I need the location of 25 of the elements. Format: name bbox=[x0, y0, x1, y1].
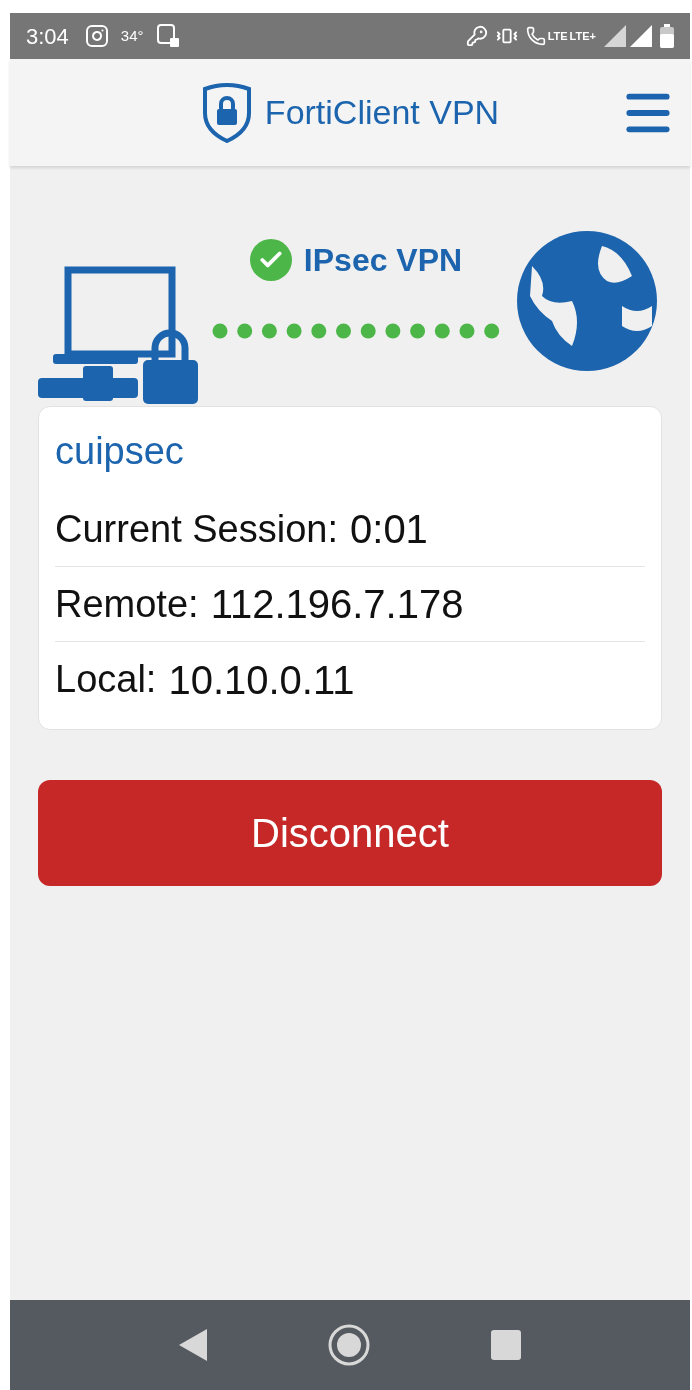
info-label: Current Session: bbox=[55, 506, 338, 552]
temperature: 34° bbox=[120, 25, 144, 46]
computer-lock-icon bbox=[38, 266, 200, 406]
notification-icon bbox=[155, 23, 180, 49]
info-value: 0:01 bbox=[350, 506, 428, 553]
shield-lock-icon bbox=[200, 82, 253, 143]
signal-icon bbox=[604, 25, 626, 47]
disconnect-button[interactable]: Disconnect bbox=[38, 780, 662, 886]
phone-icon bbox=[525, 26, 546, 46]
network-label: LTE bbox=[547, 28, 568, 44]
battery-icon bbox=[660, 24, 674, 48]
info-value: 10.10.0.11 bbox=[168, 656, 355, 704]
home-icon[interactable] bbox=[327, 1323, 371, 1367]
info-label: Remote: bbox=[55, 581, 199, 627]
app-title: FortiClient VPN bbox=[264, 92, 500, 133]
info-value: 112.196.7.178 bbox=[210, 581, 464, 628]
status-time: 3:04 bbox=[26, 22, 69, 51]
profile-name: cuipsec bbox=[55, 429, 185, 474]
camera-app-icon bbox=[84, 24, 109, 48]
key-icon bbox=[465, 25, 488, 47]
network-label: LTE+ bbox=[569, 28, 596, 44]
back-icon[interactable] bbox=[179, 1329, 207, 1361]
signal-icon bbox=[630, 25, 652, 47]
info-label: Local: bbox=[55, 657, 157, 702]
connection-label: IPsec VPN bbox=[303, 241, 463, 280]
